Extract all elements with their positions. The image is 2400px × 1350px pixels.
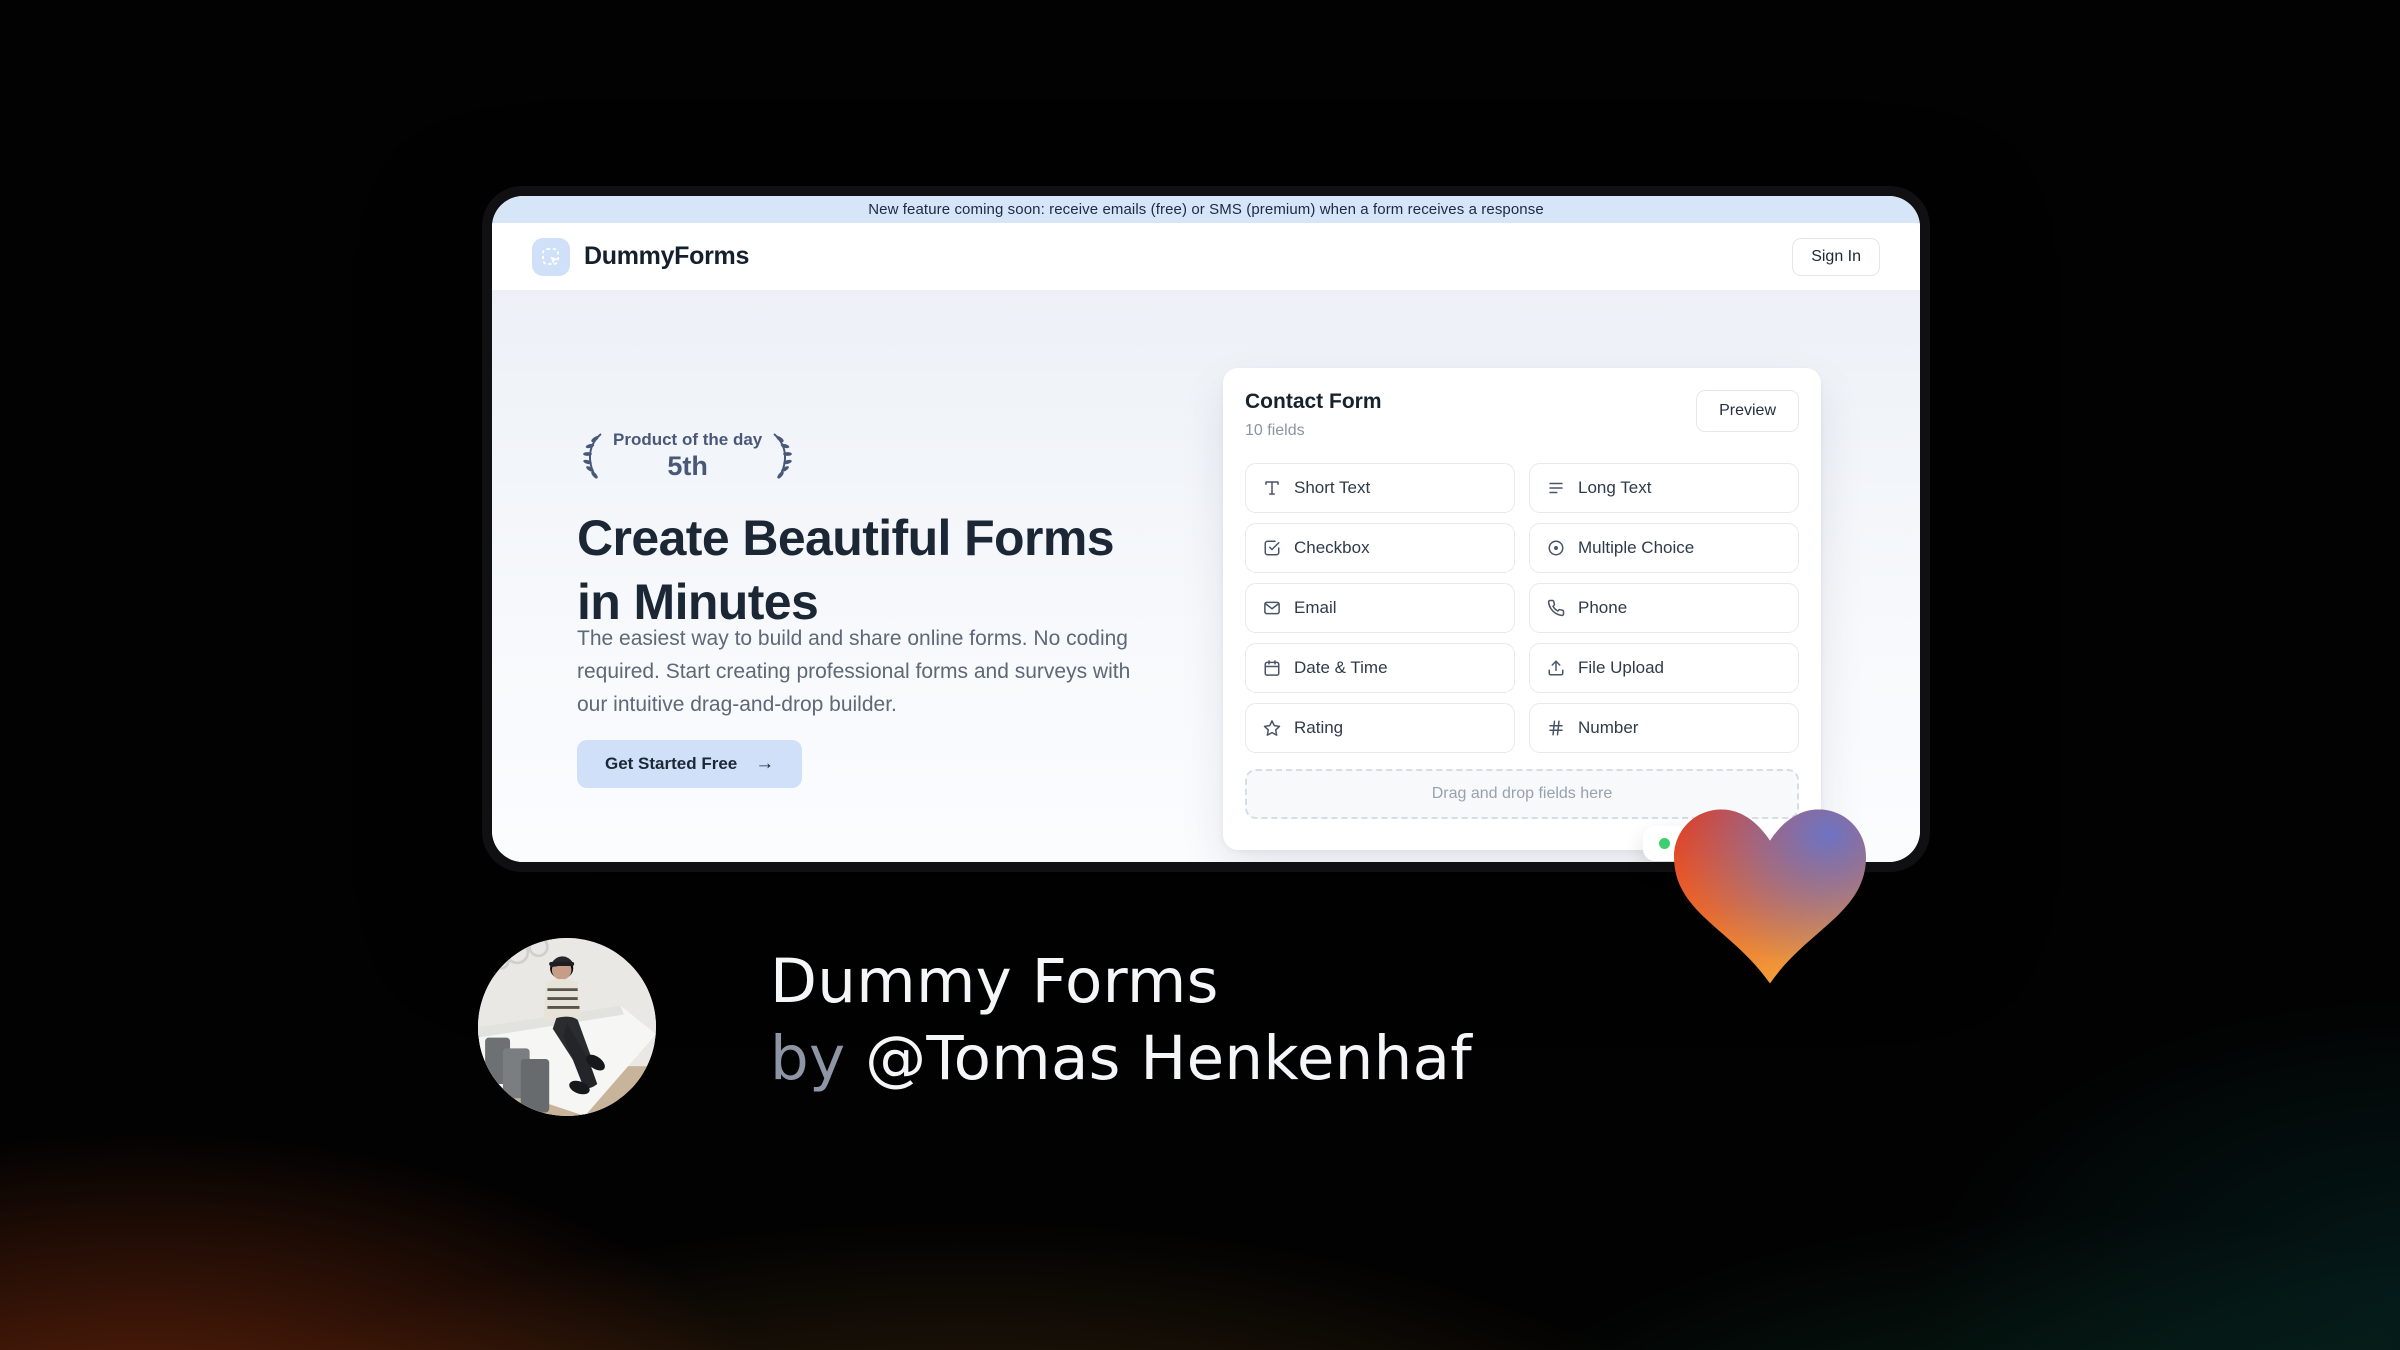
checkbox-icon [1263,539,1281,557]
arrow-right-icon: → [755,753,775,774]
phone-icon [1547,599,1565,617]
long-text-icon [1547,479,1565,497]
field-label: Phone [1578,598,1628,617]
brand-name: DummyForms [584,242,750,270]
field-type-multiple-choice[interactable]: Multiple Choice [1529,523,1799,573]
hash-icon [1547,719,1565,737]
field-label: Multiple Choice [1578,538,1695,557]
field-type-short-text[interactable]: Short Text [1245,463,1515,513]
field-type-file-upload[interactable]: File Upload [1529,643,1799,693]
field-type-phone[interactable]: Phone [1529,583,1799,633]
dummyforms-logo-icon [532,237,570,276]
short-text-icon [1263,479,1281,497]
get-started-label: Get Started Free [605,754,738,773]
credit-by: by [770,1022,846,1094]
product-of-the-day-badge: Product of the day 5th [577,429,798,483]
hero-headline: Create Beautiful Forms in Minutes [577,510,1115,630]
field-label: Email [1294,598,1337,617]
hero-description: The easiest way to build and share onlin… [577,627,1131,716]
drag-drop-text: Drag and drop fields here [1431,785,1613,802]
field-type-long-text[interactable]: Long Text [1529,463,1799,513]
author-avatar [478,938,656,1116]
credit-title: Dummy Forms [770,946,1219,1017]
field-type-number[interactable]: Number [1529,703,1799,753]
form-field-count: 10 fields [1245,422,1305,439]
preview-button[interactable]: Preview [1696,390,1799,432]
announcement-banner: New feature coming soon: receive emails … [492,196,1920,223]
credit-text: Dummy Forms by @Tomas Henkenhaf [770,944,1472,1098]
gradient-heart-icon [1674,809,1866,984]
award-title: Product of the day [613,430,763,450]
upload-icon [1547,659,1565,677]
field-label: Rating [1294,718,1344,737]
field-label: Long Text [1578,478,1652,497]
announcement-text: New feature coming soon: receive emails … [868,201,1544,218]
browser-window: New feature coming soon: receive emails … [482,186,1930,872]
field-type-date-time[interactable]: Date & Time [1245,643,1515,693]
field-label: Short Text [1294,478,1371,497]
field-type-rating[interactable]: Rating [1245,703,1515,753]
get-started-button[interactable]: Get Started Free → [577,740,803,788]
email-icon [1263,599,1281,617]
field-label: File Upload [1578,658,1664,677]
field-type-email[interactable]: Email [1245,583,1515,633]
multiple-choice-icon [1547,539,1565,557]
star-icon [1263,719,1281,737]
form-builder-card: Contact Form 10 fields Preview Short Tex… [1223,368,1821,850]
form-title: Contact Form [1245,390,1382,413]
field-label: Number [1578,718,1639,737]
sign-in-button[interactable]: Sign In [1792,237,1880,276]
credit-handle: @Tomas Henkenhaf [865,1022,1473,1094]
field-type-grid: Short Text Long Text Checkbox Multiple C… [1245,463,1799,753]
brand-logo[interactable]: DummyForms [532,237,750,276]
page-content: Product of the day 5th Create Beautiful … [492,291,1920,862]
award-rank: 5th [667,451,708,482]
calendar-icon [1263,659,1281,677]
green-dot-icon [1659,838,1670,849]
field-label: Date & Time [1294,658,1388,677]
laurel-left-icon [583,433,602,479]
field-label: Checkbox [1294,538,1370,557]
site-header: DummyForms Sign In [492,223,1920,291]
laurel-right-icon [773,433,793,479]
field-type-checkbox[interactable]: Checkbox [1245,523,1515,573]
